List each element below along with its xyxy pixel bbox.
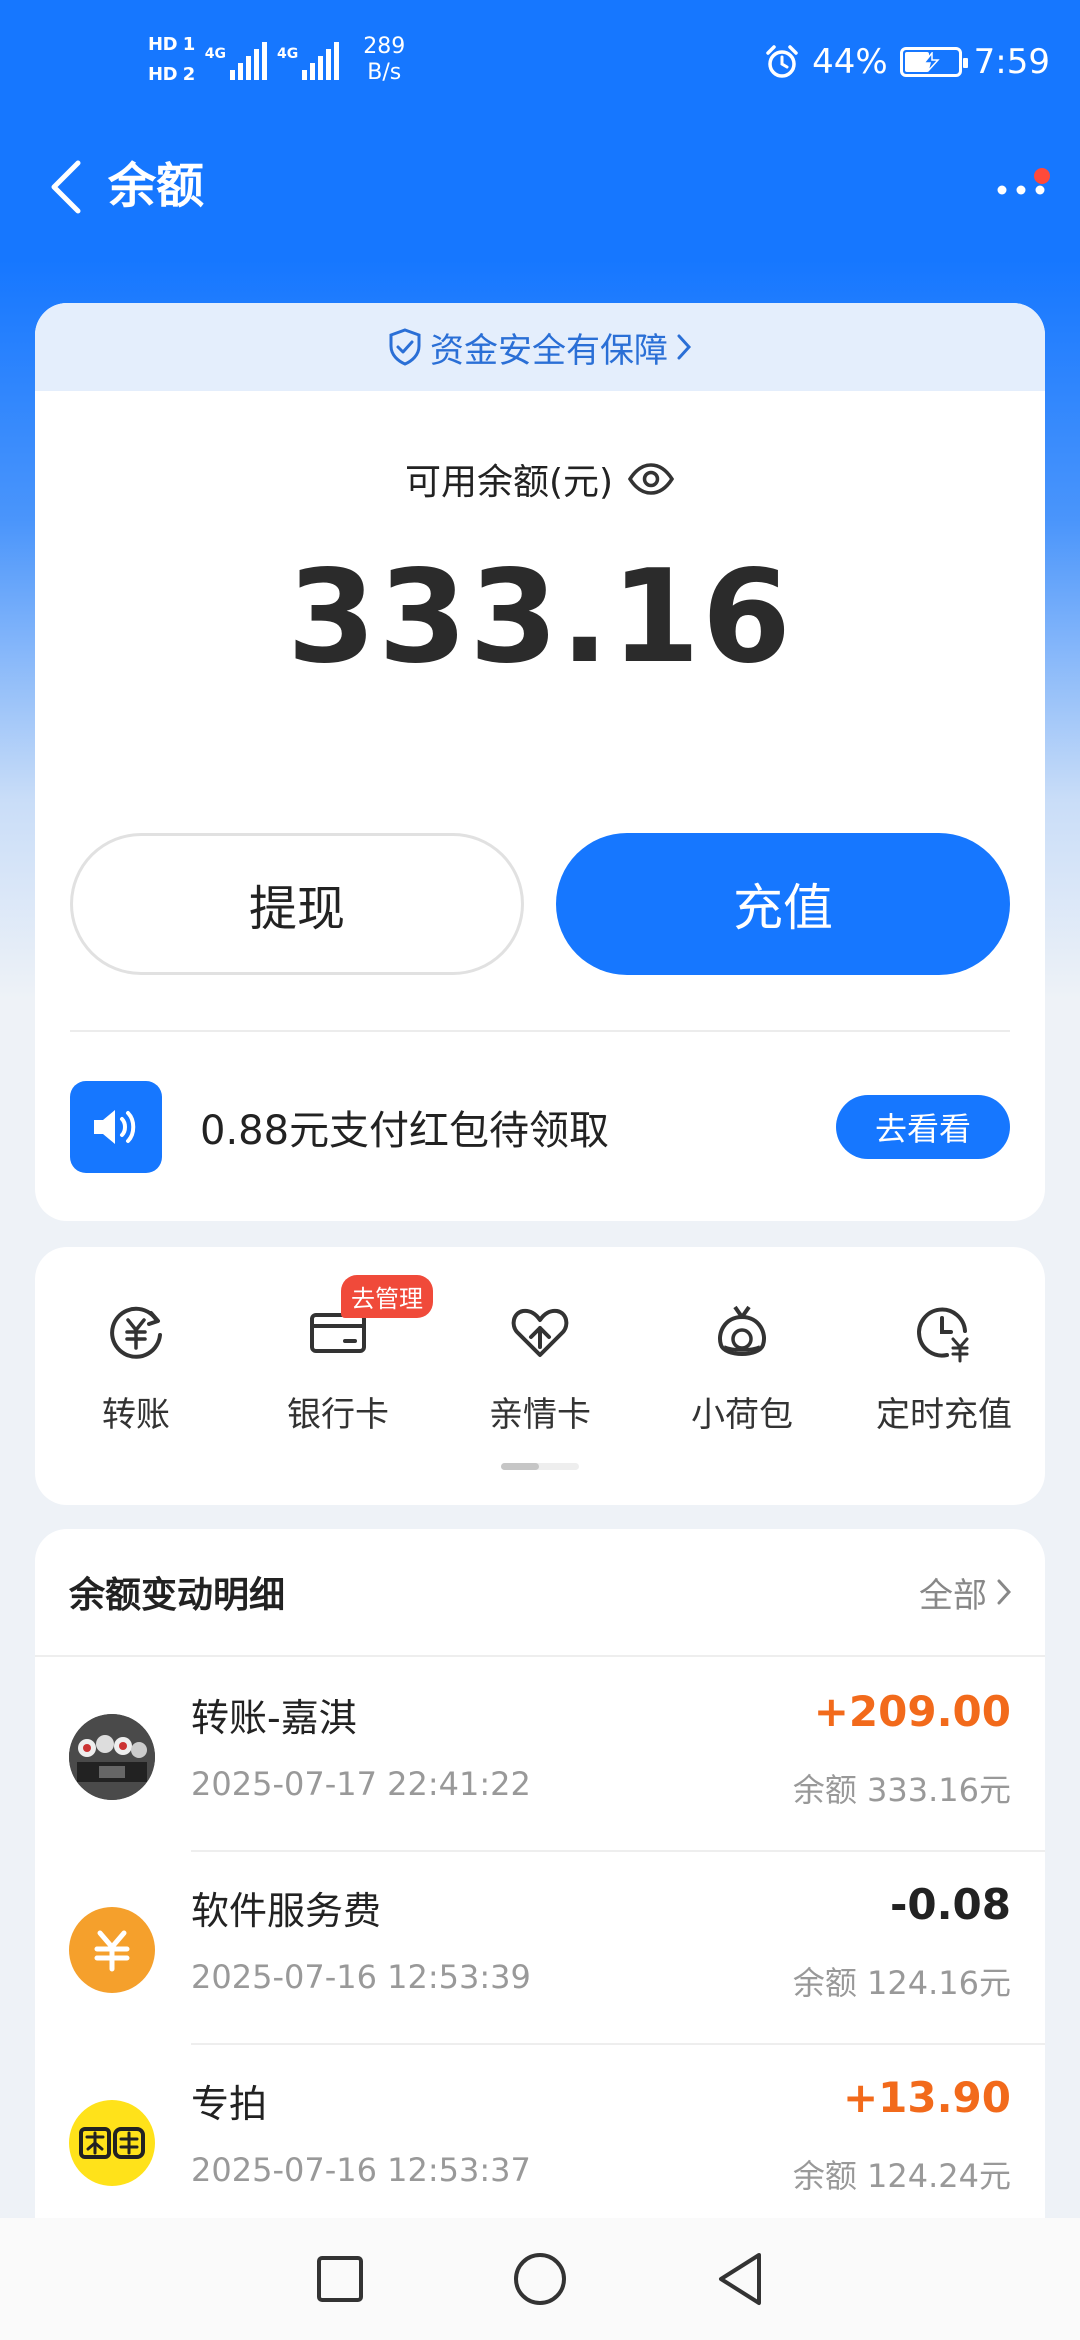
alarm-icon bbox=[766, 45, 798, 78]
sim2-signal-icon: 4G bbox=[277, 40, 340, 80]
promo-row[interactable]: 0.88元支付红包待领取 去看看 bbox=[70, 1081, 1010, 1173]
balance-label-row: 可用余额(元) bbox=[35, 453, 1045, 505]
action-label: 转账 bbox=[102, 1395, 170, 1435]
hd1-indicator: HD 1 bbox=[148, 34, 195, 55]
scroll-indicator bbox=[501, 1463, 579, 1470]
avatar bbox=[69, 1714, 155, 1800]
network-speed-unit: B/s bbox=[367, 60, 402, 85]
eye-icon[interactable] bbox=[627, 462, 675, 496]
transaction-row[interactable]: 软件服务费 2025-07-16 12:53:39 -0.08 余额 124.1… bbox=[35, 1852, 1045, 2045]
balance-amount: 333.16 bbox=[287, 543, 793, 692]
small-pouch-icon bbox=[707, 1297, 777, 1367]
chevron-right-icon bbox=[677, 334, 692, 360]
family-card-icon bbox=[505, 1297, 575, 1367]
speaker-icon bbox=[70, 1081, 162, 1173]
action-label: 定时充值 bbox=[876, 1395, 1012, 1435]
shield-check-icon bbox=[389, 328, 421, 366]
action-scheduled-recharge[interactable]: 定时充值 bbox=[843, 1297, 1045, 1436]
triangle-back-icon bbox=[719, 2253, 761, 2305]
xianyu-logo-icon bbox=[69, 2100, 155, 2186]
divider bbox=[70, 1030, 1010, 1032]
back-nav-button[interactable] bbox=[705, 2244, 775, 2314]
sim1-signal-icon: 4G bbox=[205, 40, 268, 80]
recent-apps-button[interactable] bbox=[305, 2244, 375, 2314]
app-header: 余额 bbox=[0, 130, 1080, 250]
hd-indicators: HD 1 HD 2 bbox=[148, 34, 195, 86]
transfer-yuan-icon bbox=[101, 1297, 171, 1367]
more-dots-icon bbox=[997, 185, 1045, 195]
transaction-balance: 余额 124.16元 bbox=[792, 1964, 1011, 2002]
chevron-left-icon bbox=[51, 160, 81, 214]
transaction-balance: 余额 333.16元 bbox=[792, 1771, 1011, 1809]
security-banner[interactable]: 资金安全有保障 bbox=[35, 303, 1045, 391]
recharge-button[interactable]: 充值 bbox=[556, 833, 1010, 975]
manage-tag: 去管理 bbox=[341, 1275, 433, 1318]
transaction-row[interactable]: 转账-嘉淇 2025-07-17 22:41:22 +209.00 余额 333… bbox=[35, 1659, 1045, 1852]
status-bar: HD 1 HD 2 4G 4G 289 B/s 44% 7:59 bbox=[0, 0, 1080, 130]
action-transfer[interactable]: 转账 bbox=[35, 1297, 237, 1436]
back-button[interactable] bbox=[30, 152, 100, 222]
network-speed-value: 289 bbox=[363, 34, 406, 59]
promo-text: 0.88元支付红包待领取 bbox=[200, 1108, 610, 1154]
promo-view-button[interactable]: 去看看 bbox=[836, 1095, 1010, 1159]
battery-icon bbox=[899, 47, 968, 77]
withdraw-button[interactable]: 提现 bbox=[70, 833, 524, 975]
notification-dot bbox=[1034, 168, 1050, 184]
battery-percent: 44% bbox=[812, 42, 888, 82]
circle-icon bbox=[514, 2253, 566, 2305]
home-button[interactable] bbox=[505, 2244, 575, 2314]
action-label: 小荷包 bbox=[691, 1395, 793, 1435]
transaction-amount: +209.00 bbox=[813, 1687, 1011, 1736]
more-button[interactable] bbox=[986, 158, 1056, 222]
status-bar-right: 44% 7:59 bbox=[764, 42, 1050, 82]
action-bank-card[interactable]: 去管理 银行卡 bbox=[237, 1275, 439, 1436]
chevron-right-icon bbox=[997, 1579, 1011, 1605]
security-text: 资金安全有保障 bbox=[430, 330, 668, 371]
transactions-title: 余额变动明细 bbox=[69, 1575, 286, 1616]
transaction-amount: -0.08 bbox=[889, 1880, 1011, 1929]
action-label: 亲情卡 bbox=[489, 1395, 591, 1435]
transaction-amount: +13.90 bbox=[842, 2073, 1011, 2122]
quick-actions: 转账 去管理 银行卡 亲情卡 小荷包 定时充值 bbox=[35, 1275, 1045, 1436]
balance-card: 资金安全有保障 可用余额(元) 333.16 提现 充值 0.88元支付红包待领… bbox=[35, 303, 1045, 1221]
action-label: 银行卡 bbox=[287, 1395, 389, 1435]
page-title: 余额 bbox=[108, 158, 205, 214]
transaction-name: 专拍 bbox=[191, 2082, 268, 2126]
view-all-label: 全部 bbox=[919, 1575, 987, 1616]
balance-label: 可用余额(元) bbox=[404, 462, 614, 503]
transaction-balance: 余额 124.24元 bbox=[792, 2157, 1011, 2195]
transactions-header: 余额变动明细 全部 bbox=[35, 1529, 1045, 1657]
yuan-coin-icon bbox=[69, 1907, 155, 1993]
action-family-card[interactable]: 亲情卡 bbox=[439, 1297, 641, 1436]
clock-time: 7:59 bbox=[973, 42, 1050, 82]
hd2-indicator: HD 2 bbox=[148, 64, 195, 85]
status-bar-left: HD 1 HD 2 4G 4G 289 B/s bbox=[148, 34, 405, 86]
transaction-row[interactable]: 专拍 2025-07-16 12:53:37 +13.90 余额 124.24元 bbox=[35, 2045, 1045, 2238]
scheduled-recharge-icon bbox=[909, 1297, 979, 1367]
network-speed: 289 B/s bbox=[363, 34, 405, 86]
transaction-time: 2025-07-17 22:41:22 bbox=[191, 1765, 531, 1803]
system-nav-bar bbox=[0, 2218, 1080, 2340]
quick-actions-card: 转账 去管理 银行卡 亲情卡 小荷包 定时充值 bbox=[35, 1247, 1045, 1505]
transaction-time: 2025-07-16 12:53:37 bbox=[191, 2151, 531, 2189]
transaction-time: 2025-07-16 12:53:39 bbox=[191, 1958, 531, 1996]
balance-actions: 提现 充值 bbox=[70, 833, 1010, 975]
square-icon bbox=[317, 2256, 363, 2302]
action-small-pouch[interactable]: 小荷包 bbox=[641, 1297, 843, 1436]
transaction-name: 转账-嘉淇 bbox=[191, 1696, 357, 1740]
view-all-button[interactable]: 全部 bbox=[919, 1568, 1011, 1617]
transaction-name: 软件服务费 bbox=[191, 1889, 382, 1933]
